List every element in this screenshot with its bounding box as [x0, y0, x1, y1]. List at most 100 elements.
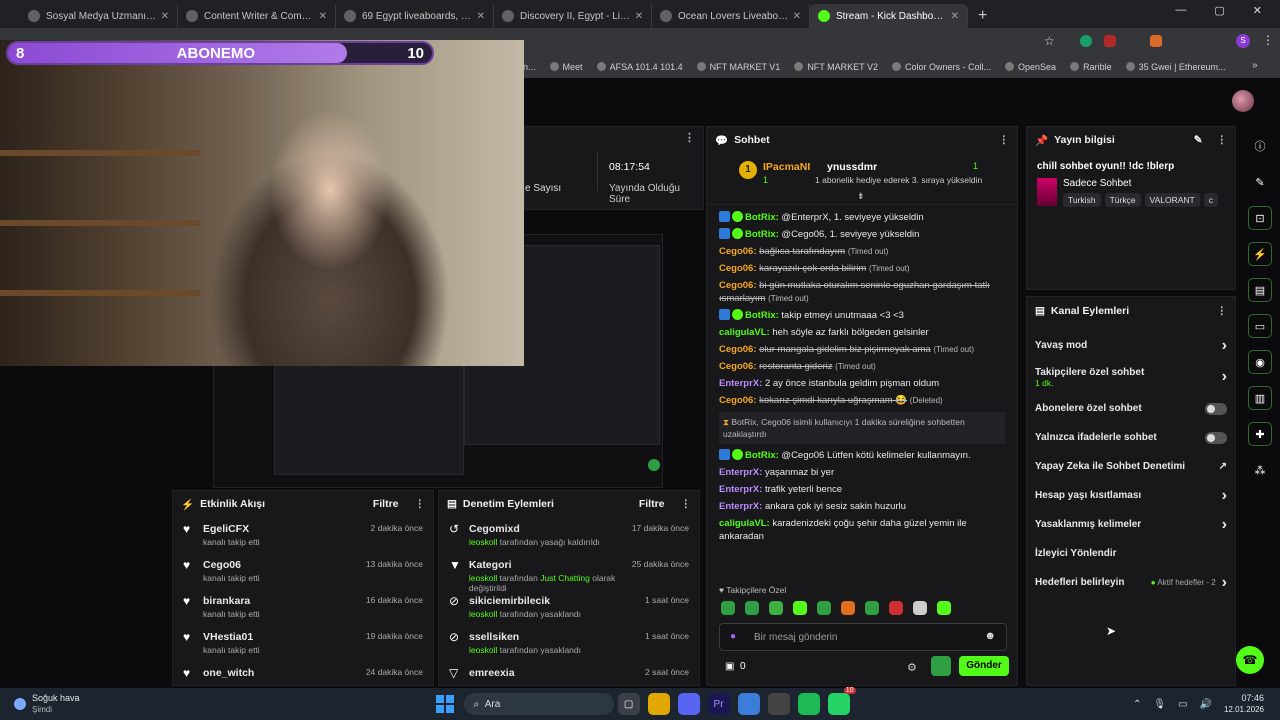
chat-username[interactable]: BotRix:: [745, 212, 779, 223]
chevron-up-icon[interactable]: ⌃: [1133, 699, 1141, 710]
nodes-icon[interactable]: ⁂: [1248, 458, 1272, 482]
filter-button[interactable]: Filtre: [639, 498, 665, 510]
close-tab-icon[interactable]: ✕: [951, 11, 959, 22]
close-tab-icon[interactable]: ✕: [161, 11, 169, 22]
spotify-icon[interactable]: [797, 693, 820, 715]
close-window-icon[interactable]: ✕: [1253, 4, 1262, 17]
extension-icon[interactable]: [1150, 35, 1162, 47]
activity-user[interactable]: EgeliCFX: [203, 523, 260, 535]
minimize-icon[interactable]: —: [1175, 4, 1186, 17]
activity-user[interactable]: Cego06: [203, 559, 260, 571]
emote-icon[interactable]: [745, 601, 759, 615]
stream-tag[interactable]: Turkish: [1063, 193, 1101, 207]
emote-icon[interactable]: [721, 601, 735, 615]
browser-tab[interactable]: 69 Egypt liveaboards, May 2026 ✕: [336, 4, 494, 28]
bookmark-star-icon[interactable]: ☆: [1044, 34, 1055, 48]
close-tab-icon[interactable]: ✕: [477, 11, 485, 22]
layout-icon[interactable]: ▥: [1248, 386, 1272, 410]
capture-icon[interactable]: ⊡: [1248, 206, 1272, 230]
chat-username[interactable]: EnterprX:: [719, 378, 762, 389]
extension-icon[interactable]: [1104, 35, 1116, 47]
whatsapp-icon[interactable]: 10: [827, 687, 856, 715]
moderation-target[interactable]: emreexia: [469, 667, 515, 679]
file-explorer-icon[interactable]: [647, 693, 670, 715]
browser-tab[interactable]: Content Writer & Community M ✕: [178, 4, 336, 28]
taskbar-clock[interactable]: 07:46 12.01.2026: [1224, 693, 1264, 715]
wrench-icon[interactable]: ✚: [1248, 422, 1272, 446]
chat-username[interactable]: BotRix:: [745, 450, 779, 461]
chat-menu-icon[interactable]: ⋮: [999, 134, 1010, 146]
activity-user[interactable]: one_witch: [203, 667, 254, 679]
chat-input[interactable]: ● Bir mesaj gönderin ☻: [719, 623, 1007, 651]
stream-tag[interactable]: Türkçe: [1104, 193, 1141, 207]
channel-action-row[interactable]: İzleyici Yönlendir: [1027, 539, 1235, 568]
support-icon[interactable]: ☎: [1236, 646, 1264, 674]
moderator-name[interactable]: leoskoll: [469, 609, 497, 619]
profile-icon[interactable]: S: [1236, 34, 1250, 48]
emoji-icon[interactable]: ☻: [984, 630, 996, 642]
actions-menu-icon[interactable]: ⋮: [1217, 305, 1228, 317]
chat-icon[interactable]: ▭: [1248, 314, 1272, 338]
browser-tab[interactable]: Discovery II, Egypt - LiveAboard ✕: [494, 4, 652, 28]
extension-icon[interactable]: [1080, 35, 1092, 47]
steam-icon[interactable]: [767, 693, 790, 715]
chat-username[interactable]: Cego06:: [719, 344, 756, 355]
activity-user[interactable]: birankara: [203, 595, 260, 607]
moderator-name[interactable]: leoskoll: [469, 645, 497, 655]
new-tab-button[interactable]: +: [978, 4, 987, 28]
bookmark-item[interactable]: 35 Gwei | Ethereum...: [1125, 62, 1225, 72]
emote-icon[interactable]: [817, 601, 831, 615]
toggle-switch[interactable]: [1205, 402, 1227, 415]
discord-icon[interactable]: [677, 693, 700, 715]
browser-tab[interactable]: Ocean Lovers Liveaboard, Egypt ✕: [652, 4, 810, 28]
bookmarks-overflow-icon[interactable]: »: [1252, 60, 1258, 71]
close-tab-icon[interactable]: ✕: [319, 11, 327, 22]
emote-icon[interactable]: [889, 601, 903, 615]
browser-tab[interactable]: Sosyal Medya Uzmanı Arannyor ✕: [20, 4, 178, 28]
bookmark-item[interactable]: Rarible: [1070, 62, 1112, 72]
emote-icon[interactable]: [769, 601, 783, 615]
emote-icon[interactable]: [913, 601, 927, 615]
channel-action-row[interactable]: Hedefleri belirleyin ● Aktif hedefler - 2…: [1027, 568, 1235, 597]
emote-icon[interactable]: [865, 601, 879, 615]
volume-icon[interactable]: 🔊: [1200, 699, 1212, 710]
chat-username[interactable]: EnterprX:: [719, 484, 762, 495]
browser-tab[interactable]: Stream - Kick Dashboard ✕: [810, 4, 968, 28]
channel-action-row[interactable]: Abonelere özel sohbet: [1027, 394, 1235, 423]
activity-user[interactable]: VHestia01: [203, 631, 260, 643]
moderation-target[interactable]: ssellsiken: [469, 631, 581, 643]
taskbar-search[interactable]: ⌕ Ara: [463, 693, 614, 715]
chat-username[interactable]: Cego06:: [719, 395, 756, 406]
emote-picker-icon[interactable]: [931, 656, 951, 676]
close-tab-icon[interactable]: ✕: [635, 11, 643, 22]
channel-points[interactable]: ▣ 0: [725, 661, 746, 672]
channel-action-row[interactable]: Yalnızca ifadelerle sohbet: [1027, 423, 1235, 452]
chat-username[interactable]: caligulaVL:: [719, 518, 770, 529]
channel-action-row[interactable]: Yapay Zeka ile Sohbet Denetimi ↗: [1027, 452, 1235, 481]
emote-icon[interactable]: [841, 601, 855, 615]
mic-icon[interactable]: ●: [730, 631, 736, 642]
chat-username[interactable]: caligulaVL:: [719, 327, 770, 338]
bookmark-item[interactable]: OpenSea: [1005, 62, 1056, 72]
moderation-target[interactable]: sikiciemirbilecik: [469, 595, 581, 607]
mic-icon[interactable]: 🎙: [1153, 699, 1166, 710]
emote-icon[interactable]: [937, 601, 951, 615]
stats-menu-icon[interactable]: ⋮: [684, 131, 695, 144]
document-icon[interactable]: ▤: [1248, 278, 1272, 302]
moderation-target[interactable]: Kategori: [469, 559, 624, 571]
emote-icon[interactable]: [793, 601, 807, 615]
channel-action-row[interactable]: Takipçilere özel sohbet 1 dk. ›: [1027, 360, 1235, 394]
bookmark-item[interactable]: NFT MARKET V1: [696, 62, 780, 72]
chat-username[interactable]: BotRix:: [745, 310, 779, 321]
chat-username[interactable]: Cego06:: [719, 246, 756, 257]
chat-username[interactable]: BotRix:: [745, 229, 779, 240]
edit-icon[interactable]: ✎: [1194, 134, 1203, 146]
weather-widget[interactable]: Soğuk hava Şimdi: [32, 693, 80, 715]
chat-username[interactable]: Cego06:: [719, 280, 756, 291]
channel-action-row[interactable]: Hesap yaşı kısıtlaması ›: [1027, 481, 1235, 510]
close-tab-icon[interactable]: ✕: [793, 11, 801, 22]
display-icon[interactable]: ▭: [1178, 699, 1187, 710]
chat-username[interactable]: EnterprX:: [719, 501, 762, 512]
settings-icon[interactable]: ⚙: [907, 661, 917, 674]
channel-action-row[interactable]: Yavaş mod ›: [1027, 331, 1235, 360]
